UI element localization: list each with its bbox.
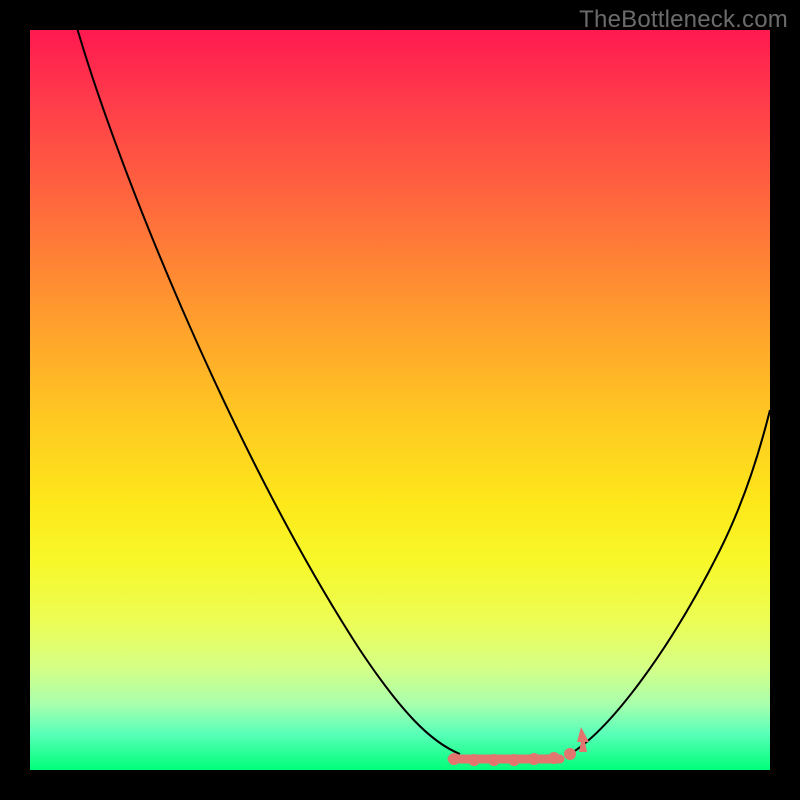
optimal-range-dot: [468, 754, 480, 766]
optimal-range-dot: [564, 748, 576, 760]
chart-frame: TheBottleneck.com: [0, 0, 800, 800]
curve-svg: [30, 30, 770, 770]
optimal-range-dot: [528, 753, 540, 765]
plot-area: [30, 30, 770, 770]
optimal-range-dot: [548, 752, 560, 764]
curve-left-limb: [72, 30, 460, 754]
optimal-range-dot: [448, 753, 460, 765]
optimal-range-dot: [488, 754, 500, 766]
curve-right-limb: [570, 410, 770, 754]
optimal-range-dot: [508, 754, 520, 766]
